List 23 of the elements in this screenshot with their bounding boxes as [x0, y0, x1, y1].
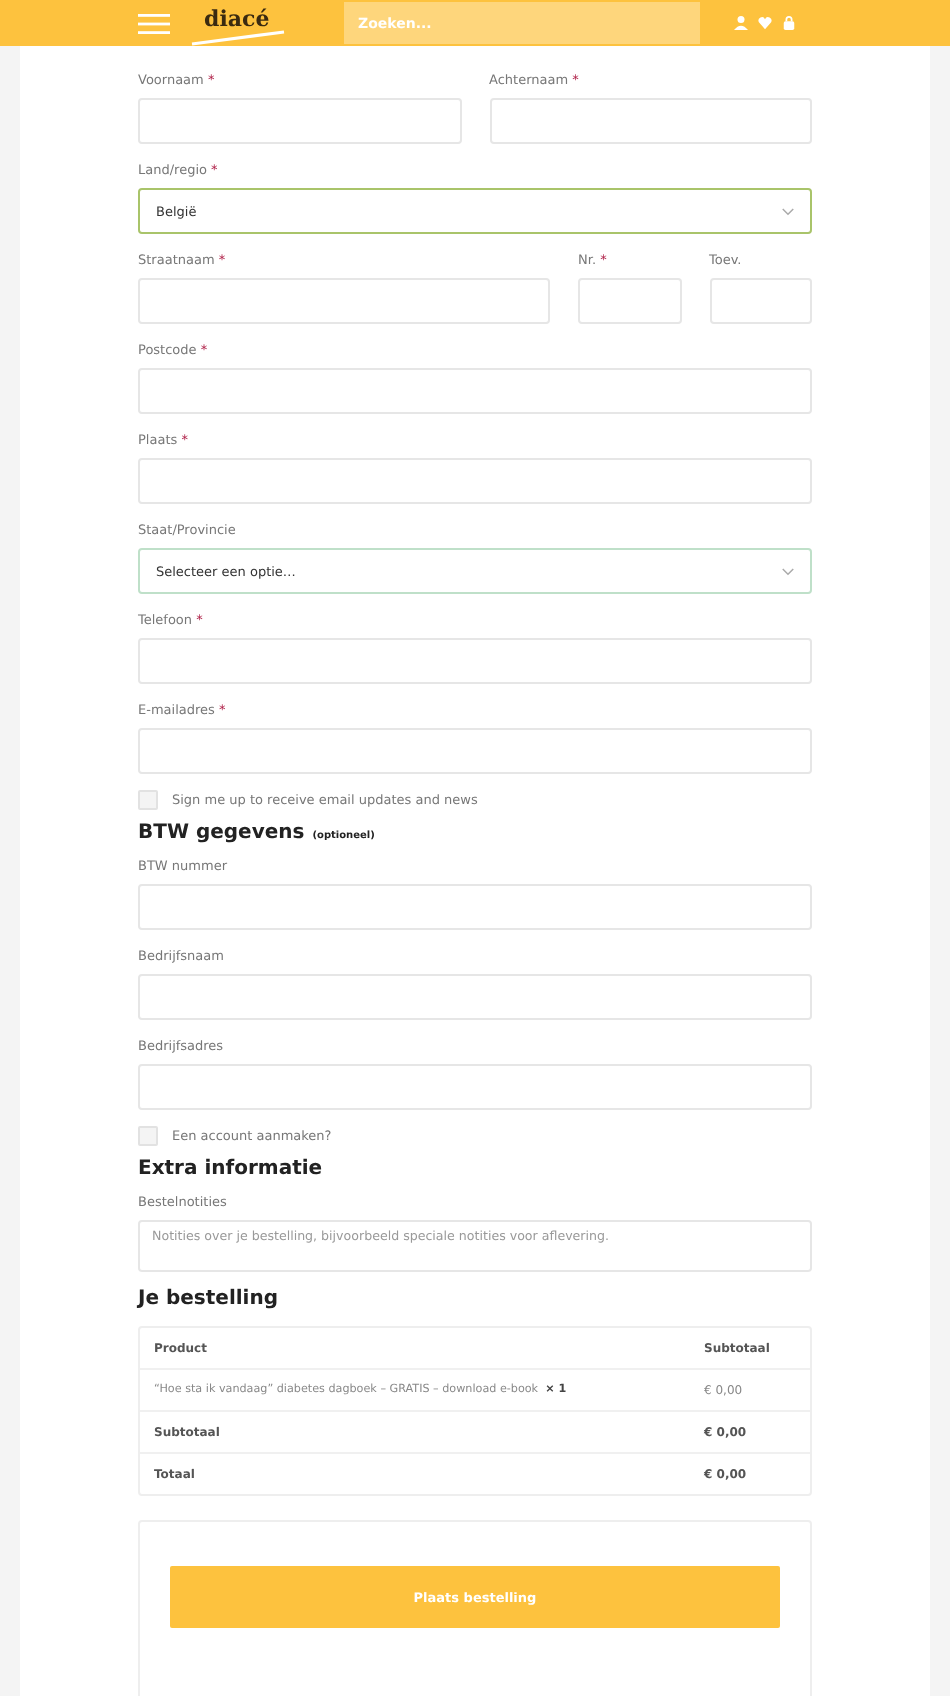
user-icon[interactable] [734, 16, 748, 30]
logo[interactable]: diacé [204, 7, 270, 31]
section-heading: BTW gegevens [138, 822, 305, 844]
checkbox[interactable] [138, 1126, 158, 1146]
chevron-down-icon [782, 207, 794, 215]
section-heading: Je bestelling [138, 1288, 280, 1310]
chevron-down-icon [782, 567, 794, 575]
input-field[interactable] [138, 974, 812, 1020]
section-heading: Extra informatie [138, 1158, 323, 1180]
input-field[interactable] [138, 728, 812, 774]
input-field[interactable] [138, 278, 550, 324]
checkbox[interactable] [138, 790, 158, 810]
menu-icon[interactable] [138, 13, 170, 33]
input-field[interactable] [489, 98, 812, 144]
heart-icon[interactable] [758, 16, 772, 30]
input-field[interactable] [709, 278, 812, 324]
input-field[interactable] [138, 884, 812, 930]
input-field[interactable] [578, 278, 681, 324]
input-field[interactable] [138, 638, 812, 684]
input-field[interactable] [138, 1064, 812, 1110]
input-field[interactable] [138, 368, 812, 414]
input-field[interactable] [138, 98, 461, 144]
input-field[interactable] [138, 458, 812, 504]
